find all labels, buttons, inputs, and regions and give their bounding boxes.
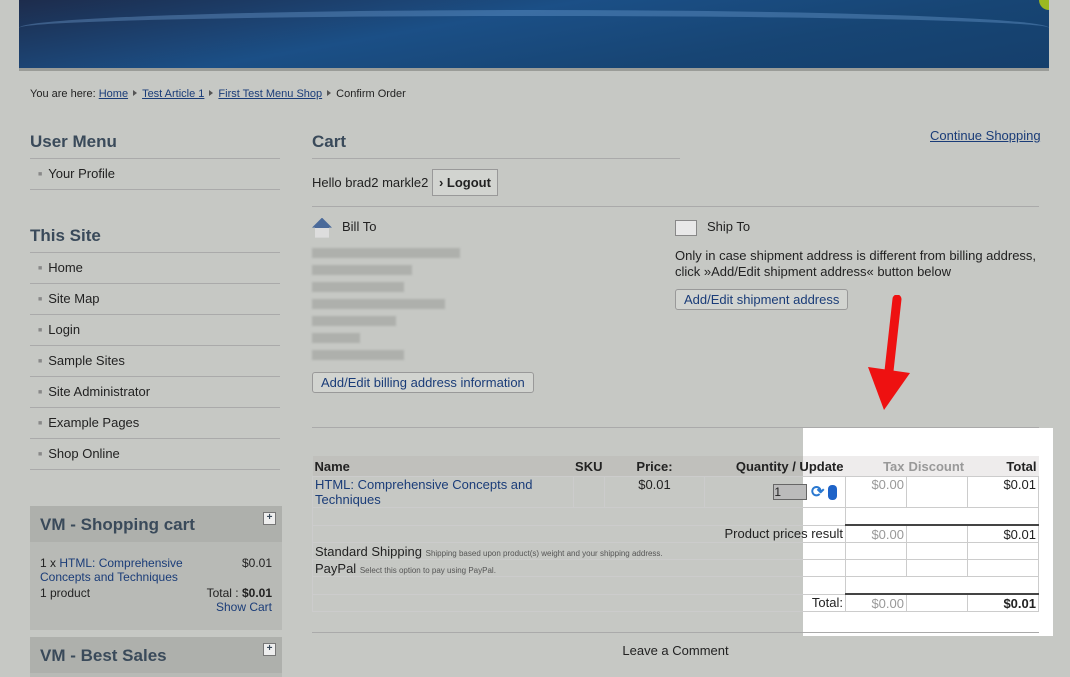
logout-button[interactable]: › Logout [431,169,498,196]
divider [312,206,1039,207]
grand-tax: $0.00 [845,593,907,612]
bill-to-section: Bill To Add/Edit billing address informa… [312,216,652,393]
header-tax: Tax [883,458,905,474]
breadcrumb-prefix: You are here: [30,88,96,100]
cart-count: 1 product [40,586,91,600]
cart-total-label: Total : [206,586,239,600]
leave-comment-link[interactable]: Leave a Comment [312,643,1039,658]
edit-shipment-button[interactable]: Add/Edit shipment address [675,289,849,310]
cart-price: $0.01 [241,556,272,570]
table-row: Standard Shipping Shipping based upon pr… [312,542,1039,560]
product-link[interactable]: HTML: Comprehensive Concepts and Techniq… [315,477,533,507]
menu-item-home[interactable]: Home [30,253,280,284]
header-price: Price: [636,458,673,474]
breadcrumb-current: Confirm Order [336,88,406,100]
delete-icon[interactable] [828,484,837,500]
greeting: Hello brad2 markle2 › Logout [312,169,498,196]
chevron-right-icon [327,90,332,96]
show-cart-link[interactable]: Show Cart [216,600,272,614]
continue-shopping-link[interactable]: Continue Shopping [930,128,1041,143]
payment-name: PayPal [315,560,357,576]
expand-icon[interactable]: + [263,512,276,525]
menu-item-site-administrator[interactable]: Site Administrator [30,377,280,408]
annotation-arrow-icon [868,295,910,410]
table-row: HTML: Comprehensive Concepts and Techniq… [312,476,1039,508]
hello-text: Hello brad2 markle2 [312,175,429,190]
best-sales-module: VM - Best Sales + [30,637,282,677]
divider [312,427,1039,428]
breadcrumb: You are here: Home Test Article 1 First Te… [30,88,406,100]
shipping-name: Standard Shipping [315,543,422,559]
ship-to-label: Ship To [707,219,751,234]
bill-to-label: Bill To [342,219,377,234]
result-tax: $0.00 [845,524,907,543]
billing-address-redacted [312,248,652,360]
cart-qty: 1 x [40,556,57,570]
menu-item-example-pages[interactable]: Example Pages [30,408,280,439]
quantity-input[interactable]: 1 [773,484,808,500]
cart-table: Name SKU Price: Quantity / Update Tax Di… [312,456,1039,612]
chevron-right-icon [133,90,138,96]
chevron-right-icon [209,90,214,96]
this-site-menu: This Site Home Site Map Login Sample Sit… [30,226,280,470]
product-tax: $0.00 [845,476,907,508]
table-row: PayPal Select this option to pay using P… [312,559,1039,577]
envelope-icon [675,219,697,236]
header-sku: SKU [575,458,603,474]
header-total: Total [1006,458,1037,474]
cart-product-link[interactable]: HTML: Comprehensive Concepts and Techniq… [40,556,183,584]
menu-item-site-map[interactable]: Site Map [30,284,280,315]
menu-item-your-profile[interactable]: Your Profile [30,159,280,190]
header-banner [19,0,1049,68]
house-icon [312,217,332,238]
user-menu-title: User Menu [30,132,280,159]
payment-desc: Select this option to pay using PayPal. [359,565,496,575]
best-sales-title: VM - Best Sales [40,646,167,665]
product-price: $0.01 [604,476,705,508]
table-row: Total: $0.00 $0.01 [312,593,1039,612]
result-total: $0.01 [967,524,1039,543]
shipping-desc: Shipping based upon product(s) weight an… [425,548,663,558]
grand-total-label: Total: [312,593,846,612]
refresh-icon[interactable]: ⟳ [811,484,824,501]
table-row: Product prices result $0.00 $0.01 [312,524,1039,543]
shopping-cart-module: VM - Shopping cart + 1 x HTML: Comprehens… [30,506,282,630]
breadcrumb-shop[interactable]: First Test Menu Shop [218,88,322,100]
user-menu: User Menu Your Profile [30,132,280,190]
divider [312,632,1039,633]
cart-module-title: VM - Shopping cart [40,515,195,534]
breadcrumb-home[interactable]: Home [99,88,128,100]
menu-item-shop-online[interactable]: Shop Online [30,439,280,470]
edit-billing-button[interactable]: Add/Edit billing address information [312,372,534,393]
page-title: Cart [312,132,680,159]
header-quantity: Quantity / Update [735,458,844,474]
menu-item-login[interactable]: Login [30,315,280,346]
ship-to-section: Ship To Only in case shipment address is… [675,216,1043,310]
expand-icon[interactable]: + [263,643,276,656]
ship-to-text: Only in case shipment address is differe… [675,248,1037,279]
product-total: $0.01 [967,476,1039,508]
header-discount: Discount [908,458,965,474]
cart-total: $0.01 [241,586,272,600]
menu-item-sample-sites[interactable]: Sample Sites [30,346,280,377]
header-name: Name [314,458,350,474]
breadcrumb-test-article[interactable]: Test Article 1 [142,88,204,100]
logout-label: Logout [446,175,491,190]
grand-total: $0.01 [967,593,1039,612]
this-site-title: This Site [30,226,280,253]
result-label: Product prices result [312,524,846,543]
